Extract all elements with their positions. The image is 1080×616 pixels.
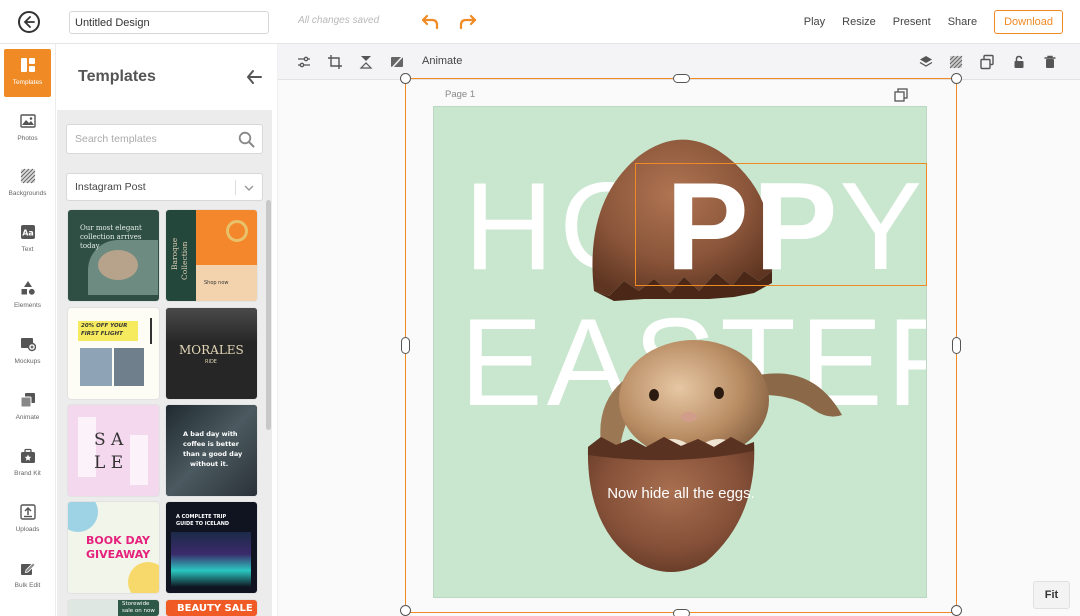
trash-icon[interactable] xyxy=(1042,54,1058,70)
rail-item-elements[interactable]: Elements xyxy=(4,272,51,320)
resize-link[interactable]: Resize xyxy=(842,16,876,28)
template-thumbnail[interactable]: S A L E xyxy=(68,405,159,496)
template-thumbnail[interactable]: BOOK DAY GIVEAWAY xyxy=(68,502,159,593)
select-divider xyxy=(235,180,236,195)
page-label: Page 1 xyxy=(445,89,476,100)
arrow-left-icon xyxy=(23,16,35,28)
rail-item-bulk-edit[interactable]: Bulk Edit xyxy=(4,552,51,600)
rail-item-text[interactable]: Aa Text xyxy=(4,216,51,264)
rail-label: Brand Kit xyxy=(14,470,41,477)
rail-item-photos[interactable]: Photos xyxy=(4,105,51,153)
duplicate-page-icon[interactable] xyxy=(894,88,908,102)
rail-label: Elements xyxy=(13,302,42,309)
rail-label: Templates xyxy=(12,79,43,86)
rail-label: Mockups xyxy=(14,358,41,365)
headline-overlay-letters[interactable]: PP xyxy=(666,165,843,289)
tagline-text[interactable]: Now hide all the eggs. xyxy=(434,485,926,502)
chevron-down-icon xyxy=(244,185,254,191)
rail-label: Uploads xyxy=(15,526,40,533)
share-link[interactable]: Share xyxy=(948,16,977,28)
brand-kit-icon xyxy=(20,448,35,463)
resize-handle-left[interactable] xyxy=(401,337,410,354)
template-thumbnail[interactable]: Storewide sale on now xyxy=(68,600,159,616)
top-bar: All changes saved Play Resize Present Sh… xyxy=(0,0,1080,44)
search-input[interactable] xyxy=(67,125,227,153)
text-icon: Aa xyxy=(20,225,35,239)
resize-handle-top-left[interactable] xyxy=(400,73,411,84)
template-thumbnail[interactable]: Our most elegant collection arrives toda… xyxy=(68,210,159,301)
panel-scrollbar[interactable] xyxy=(266,200,271,430)
rail-item-animate[interactable]: Animate xyxy=(4,384,51,432)
resize-handle-top-right[interactable] xyxy=(951,73,962,84)
transparency-icon[interactable] xyxy=(948,54,964,70)
present-link[interactable]: Present xyxy=(893,16,931,28)
left-rail: Templates Photos Backgrounds Aa Text Ele… xyxy=(0,44,56,616)
rail-label: Photos xyxy=(17,135,38,142)
resize-handle-top[interactable] xyxy=(673,74,690,83)
template-thumbnail[interactable]: A COMPLETE TRIP GUIDE TO ICELAND xyxy=(166,502,257,593)
rail-item-templates[interactable]: Templates xyxy=(4,49,51,97)
rail-item-brand-kit[interactable]: Brand Kit xyxy=(4,440,51,488)
remove-background-icon[interactable] xyxy=(389,54,405,70)
animate-icon xyxy=(20,393,35,408)
top-actions: Play Resize Present Share Download xyxy=(804,0,1080,44)
template-thumbnail[interactable]: BEAUTY SALE xyxy=(166,600,257,616)
panel-title: Templates xyxy=(78,68,156,85)
resize-handle-right[interactable] xyxy=(952,337,961,354)
crop-icon[interactable] xyxy=(327,54,343,70)
backgrounds-icon xyxy=(20,168,35,184)
rail-label: Bulk Edit xyxy=(14,582,41,589)
redo-icon[interactable] xyxy=(458,12,478,32)
template-thumbnail[interactable]: 20% OFF YOUR FIRST FLIGHT xyxy=(68,308,159,399)
design-title-input[interactable] xyxy=(69,11,269,34)
undo-icon[interactable] xyxy=(420,12,440,32)
adjust-icon[interactable] xyxy=(296,54,312,70)
duplicate-icon[interactable] xyxy=(979,54,995,70)
search-icon[interactable] xyxy=(238,131,255,148)
resize-handle-bottom-right[interactable] xyxy=(951,605,962,616)
flip-icon[interactable] xyxy=(358,54,374,70)
app: All changes saved Play Resize Present Sh… xyxy=(0,0,1080,616)
format-select[interactable]: Instagram Post xyxy=(66,173,263,201)
rail-label: Text xyxy=(21,246,34,253)
uploads-icon xyxy=(19,504,36,520)
rail-item-backgrounds[interactable]: Backgrounds xyxy=(4,160,51,208)
resize-handle-bottom-left[interactable] xyxy=(400,605,411,616)
back-button[interactable] xyxy=(18,11,40,33)
lock-icon[interactable] xyxy=(1011,54,1027,70)
download-button[interactable]: Download xyxy=(994,10,1063,34)
fit-button[interactable]: Fit xyxy=(1033,581,1070,609)
arrow-left-icon[interactable] xyxy=(246,69,262,85)
templates-icon xyxy=(20,58,35,72)
search-box xyxy=(66,124,263,154)
animate-button[interactable]: Animate xyxy=(422,55,462,67)
save-status: All changes saved xyxy=(298,15,380,26)
egg-bottom-shell-image[interactable] xyxy=(586,437,756,577)
rail-item-mockups[interactable]: Mockups xyxy=(4,328,51,376)
rail-label: Animate xyxy=(15,414,40,421)
bulk-edit-icon xyxy=(20,562,36,575)
format-select-value: Instagram Post xyxy=(75,181,146,193)
svg-text:Aa: Aa xyxy=(22,229,34,238)
template-thumbnail[interactable]: A bad day with coffee is better than a g… xyxy=(166,405,257,496)
mockups-icon xyxy=(20,338,36,352)
rail-label: Backgrounds xyxy=(8,190,47,197)
resize-handle-bottom[interactable] xyxy=(673,609,690,616)
panel-body: Instagram Post Our most elegant collecti… xyxy=(57,110,272,616)
elements-icon xyxy=(21,281,35,295)
rail-item-uploads[interactable]: Uploads xyxy=(4,496,51,544)
photos-icon xyxy=(19,114,36,128)
play-link[interactable]: Play xyxy=(804,16,825,28)
template-thumbnail[interactable]: Baroque Collection Shop now xyxy=(166,210,257,301)
template-thumbnail[interactable]: MORALES RIDE xyxy=(166,308,257,399)
layers-icon[interactable] xyxy=(918,54,934,70)
templates-panel: Templates Instagram Post Our most elegan… xyxy=(56,44,277,616)
design-page[interactable]: HOPPY EASTER PP xyxy=(433,106,927,598)
